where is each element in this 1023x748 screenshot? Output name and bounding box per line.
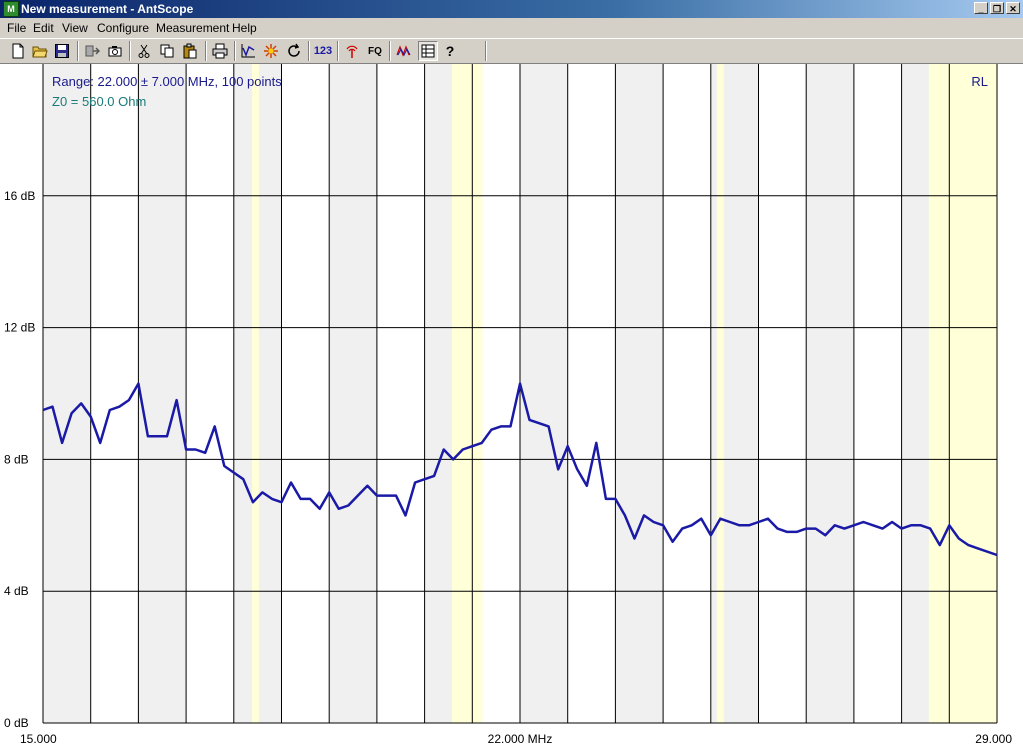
- frequency-icon[interactable]: FQ: [365, 41, 385, 61]
- restore-button[interactable]: ❐: [990, 2, 1004, 14]
- y-tick-label: 0 dB: [4, 716, 29, 730]
- print-icon[interactable]: [210, 41, 230, 61]
- grid-stripe: [615, 64, 664, 723]
- x-tick-label: 22.000 MHz: [488, 732, 553, 746]
- help-label: ?: [445, 43, 455, 59]
- grid-layer: [42, 64, 998, 724]
- menu-measurement[interactable]: Measurement: [156, 21, 229, 35]
- ham-band: [716, 64, 724, 723]
- grid-stripe: [806, 64, 854, 723]
- toolbar-separator: [337, 41, 339, 61]
- table-icon[interactable]: [418, 41, 438, 61]
- new-file-icon[interactable]: [8, 41, 28, 61]
- toolbar-separator: [77, 41, 79, 61]
- toolbar-separator: [129, 41, 131, 61]
- grid-stripe: [138, 64, 187, 723]
- app-icon: M: [3, 1, 19, 17]
- y-tick-label: 16 dB: [4, 189, 35, 203]
- menu-bar: File Edit View Configure Measurement Hel…: [0, 18, 1023, 38]
- toolbar-separator: [205, 41, 207, 61]
- window-title: New measurement - AntScope: [21, 2, 194, 16]
- z0-info: Z0 = 560.0 Ohm: [52, 94, 146, 109]
- range-info: Range: 22.000 ± 7.000 MHz, 100 points: [52, 74, 282, 89]
- menu-configure[interactable]: Configure: [97, 21, 149, 35]
- copy-icon[interactable]: [157, 41, 177, 61]
- toolbar-separator: [389, 41, 391, 61]
- menu-edit[interactable]: Edit: [33, 21, 54, 35]
- frequency-label: FQ: [368, 45, 382, 57]
- paste-icon[interactable]: [180, 41, 200, 61]
- toolbar-separator: [234, 41, 236, 61]
- toolbar: 123 FQ ?: [0, 38, 1023, 64]
- export-icon[interactable]: [82, 41, 102, 61]
- grid-stripe: [520, 64, 568, 723]
- numeric-label: 123: [313, 45, 333, 57]
- band-icon[interactable]: [394, 41, 414, 61]
- title-bar: M New measurement - AntScope _ ❐ ✕: [0, 0, 1023, 18]
- grid-stripe: [43, 64, 91, 723]
- ham-band: [928, 64, 997, 723]
- antenna-icon[interactable]: [342, 41, 362, 61]
- minimize-button[interactable]: _: [974, 2, 988, 14]
- close-button[interactable]: ✕: [1006, 2, 1020, 14]
- rl-chart[interactable]: 0 dB 4 dB 8 dB 12 dB 16 dB 15.000 22.000 MHz 29…: [0, 64, 1023, 748]
- x-tick-label: 29.000: [975, 732, 1012, 746]
- refresh-icon[interactable]: [284, 41, 304, 61]
- ham-band: [252, 64, 259, 723]
- numeric-icon[interactable]: 123: [313, 41, 333, 61]
- menu-view[interactable]: View: [62, 21, 88, 35]
- y-tick-label: 4 dB: [4, 584, 29, 598]
- trace-label-rl: RL: [971, 74, 988, 89]
- grid-stripe: [329, 64, 377, 723]
- y-tick-label: 8 dB: [4, 452, 29, 466]
- toolbar-separator: [485, 41, 487, 61]
- x-tick-label: 15.000: [20, 732, 57, 746]
- save-icon[interactable]: [52, 41, 72, 61]
- y-tick-label: 12 dB: [4, 321, 35, 335]
- toolbar-separator: [308, 41, 310, 61]
- ham-band: [451, 64, 483, 723]
- menu-help[interactable]: Help: [232, 21, 257, 35]
- menu-file[interactable]: File: [7, 21, 26, 35]
- chart-icon[interactable]: [238, 41, 258, 61]
- camera-icon[interactable]: [105, 41, 125, 61]
- help-icon[interactable]: ?: [440, 41, 460, 61]
- sparkle-icon[interactable]: [261, 41, 281, 61]
- cut-icon[interactable]: [134, 41, 154, 61]
- plot-area[interactable]: 0 dB 4 dB 8 dB 12 dB 16 dB 15.000 22.000 MHz 29…: [0, 64, 1023, 748]
- open-folder-icon[interactable]: [30, 41, 50, 61]
